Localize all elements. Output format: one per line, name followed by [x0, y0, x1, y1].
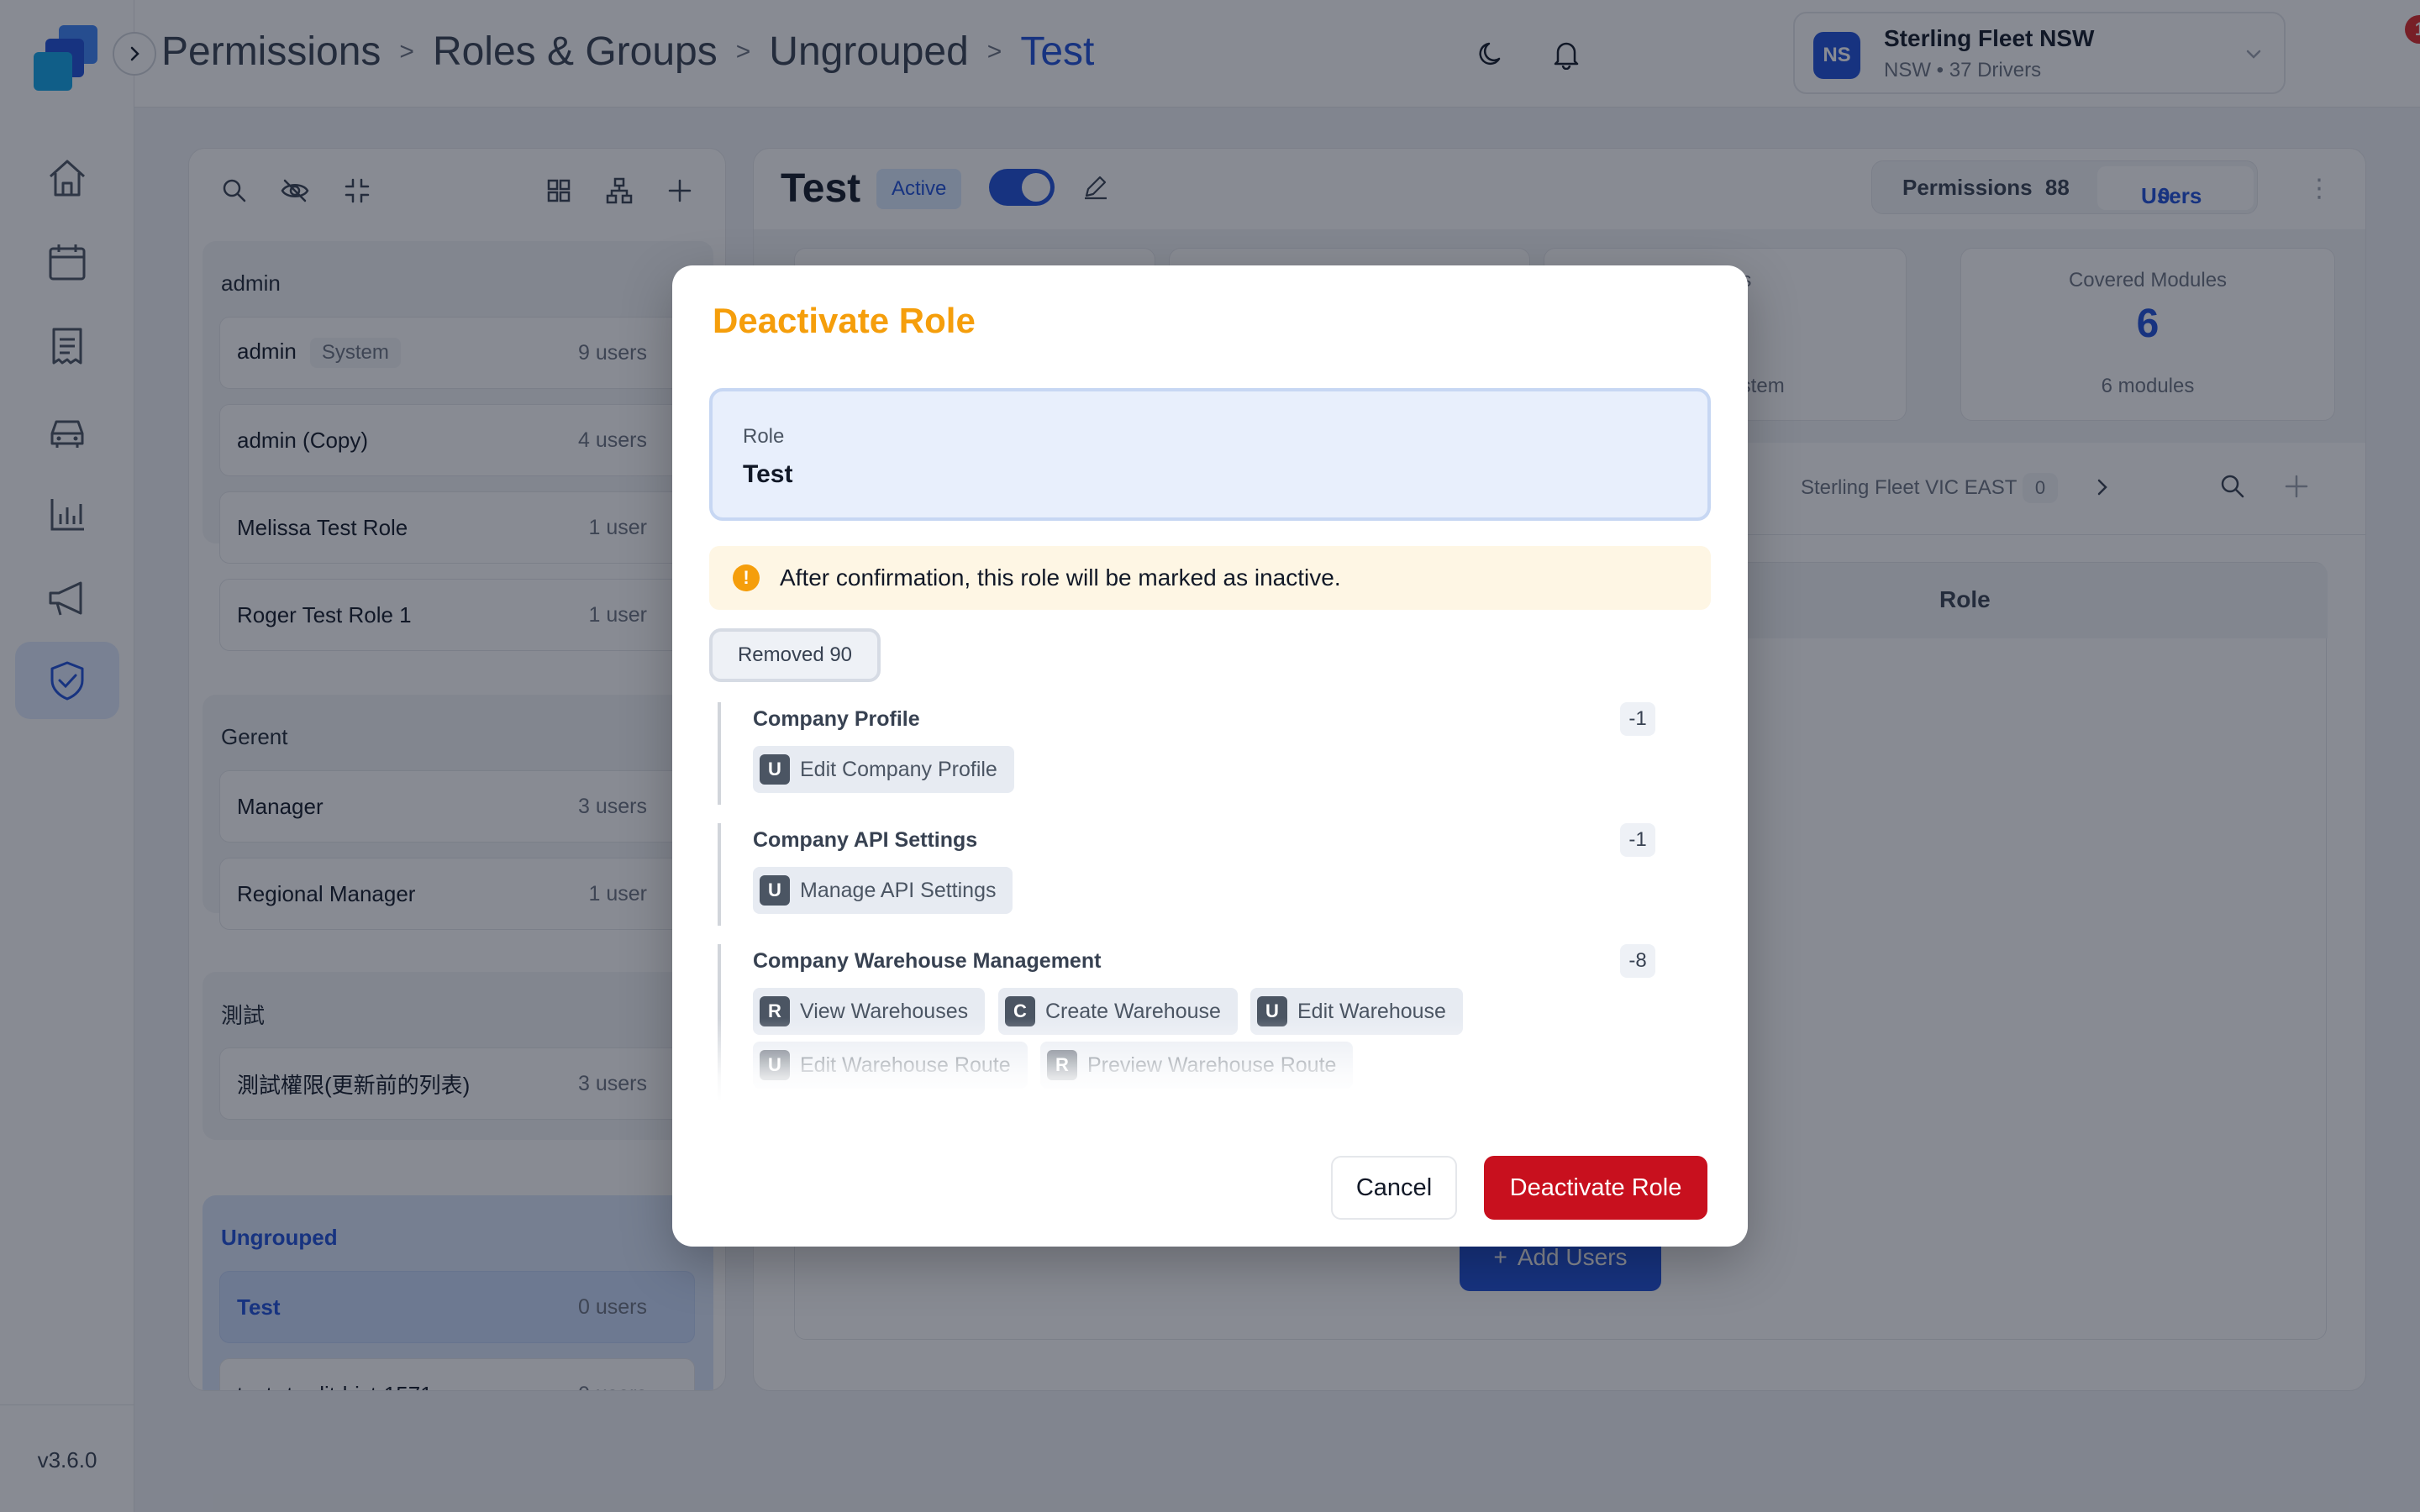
permission-type-badge: U: [760, 1050, 790, 1080]
role-label: Role: [743, 425, 785, 448]
deactivate-role-button[interactable]: Deactivate Role: [1484, 1156, 1707, 1220]
module-removed-count: -1: [1620, 823, 1655, 857]
permission-type-badge: R: [760, 996, 790, 1026]
module-name: Company API Settings: [753, 828, 978, 852]
permission-label: View Warehouses: [800, 999, 969, 1023]
removed-count-tab[interactable]: Removed 90: [709, 628, 881, 682]
role-value: Test: [743, 460, 793, 488]
permission-label: Edit Warehouse: [1297, 999, 1446, 1023]
dialog-title: Deactivate Role: [713, 301, 976, 340]
warning-text: After confirmation, this role will be ma…: [780, 564, 1341, 591]
permission-label: Edit Company Profile: [800, 757, 997, 781]
module-removed-count: -8: [1620, 944, 1655, 978]
modules-scroll-area[interactable]: Company Profile -1 U Edit Company Profil…: [718, 702, 1702, 1102]
module-name: Company Profile: [753, 707, 920, 731]
permission-type-badge: R: [1047, 1050, 1077, 1080]
permission-chip: R Preview Warehouse Route: [1040, 1042, 1354, 1089]
module-group: Company API Settings -1 U Manage API Set…: [718, 823, 1702, 926]
permission-chip: U Edit Company Profile: [753, 746, 1014, 793]
cancel-button[interactable]: Cancel: [1331, 1156, 1457, 1220]
permission-chip: R View Warehouses: [753, 988, 986, 1035]
permission-chip: C Create Warehouse: [998, 988, 1238, 1035]
permission-label: Edit Warehouse Route: [800, 1053, 1011, 1077]
permission-label: Manage API Settings: [800, 878, 997, 902]
role-summary-box: Role Test: [709, 388, 1711, 521]
warning-icon: !: [733, 564, 760, 591]
permission-label: Preview Warehouse Route: [1087, 1053, 1337, 1077]
module-removed-count: -1: [1620, 702, 1655, 736]
permission-chip: U Manage API Settings: [753, 867, 1013, 914]
warning-banner: ! After confirmation, this role will be …: [709, 546, 1711, 610]
permission-chip: U Edit Warehouse: [1250, 988, 1463, 1035]
module-group: Company Warehouse Management -8 R View W…: [718, 944, 1702, 1102]
permission-chip: U Edit Warehouse Route: [753, 1042, 1028, 1089]
permission-type-badge: U: [760, 754, 790, 785]
module-name: Company Warehouse Management: [753, 949, 1102, 973]
permission-type-badge: C: [1005, 996, 1035, 1026]
permission-type-badge: U: [760, 875, 790, 906]
permission-label: Create Warehouse: [1045, 999, 1221, 1023]
deactivate-role-dialog: Deactivate Role Role Test ! After confir…: [672, 265, 1748, 1247]
permission-type-badge: U: [1257, 996, 1287, 1026]
removed-permissions-list: Company Profile -1 U Edit Company Profil…: [718, 702, 1702, 1369]
module-group: Company Profile -1 U Edit Company Profil…: [718, 702, 1702, 805]
